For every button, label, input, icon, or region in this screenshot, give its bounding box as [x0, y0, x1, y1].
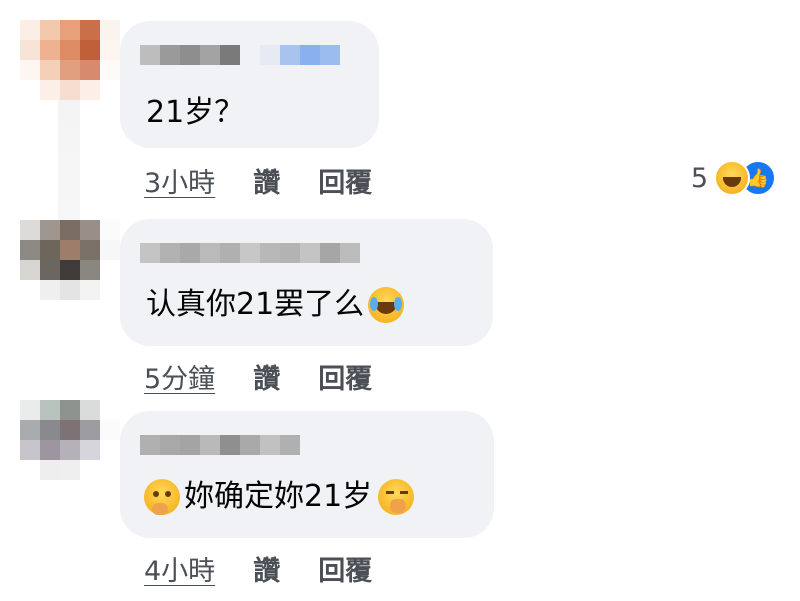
timestamp-link[interactable]: 4小時 [144, 549, 215, 588]
reply-button[interactable]: 回覆 [318, 357, 372, 396]
reaction-summary[interactable]: 5 👍 [691, 160, 776, 196]
avatar[interactable] [20, 400, 120, 480]
comment-text: 21岁？ [146, 95, 245, 130]
reply-button[interactable]: 回覆 [318, 549, 372, 588]
blurred-author-name[interactable] [140, 45, 340, 65]
comment-text: 认真你21罢了么 [146, 287, 405, 323]
comment-actions: 3小時 讚 回覆 [144, 161, 372, 200]
reply-button[interactable]: 回覆 [318, 161, 372, 200]
like-button[interactable]: 讚 [253, 549, 280, 588]
comment-text: 妳确定妳21岁 [144, 479, 415, 515]
comment-bubble: 认真你21罢了么 [120, 219, 493, 346]
yawning-face-emoji-icon [378, 479, 415, 515]
like-button[interactable]: 讚 [253, 161, 280, 200]
thread-line [58, 100, 80, 220]
avatar[interactable] [20, 20, 120, 100]
comment-actions: 5分鐘 讚 回覆 [144, 357, 372, 396]
laughing-crying-emoji-icon [368, 287, 405, 323]
avatar[interactable] [20, 220, 120, 300]
comment-actions: 4小時 讚 回覆 [144, 549, 372, 588]
blurred-author-name[interactable] [140, 243, 360, 263]
timestamp-link[interactable]: 5分鐘 [144, 357, 215, 396]
haha-reaction-icon [714, 160, 750, 196]
comment-bubble: 21岁？ [120, 21, 379, 148]
thinking-face-emoji-icon [144, 479, 180, 515]
reaction-count: 5 [690, 162, 708, 194]
like-button[interactable]: 讚 [253, 357, 280, 396]
blurred-author-name[interactable] [140, 435, 300, 455]
comment-bubble: 妳确定妳21岁 [120, 411, 494, 538]
timestamp-link[interactable]: 3小時 [144, 161, 215, 200]
